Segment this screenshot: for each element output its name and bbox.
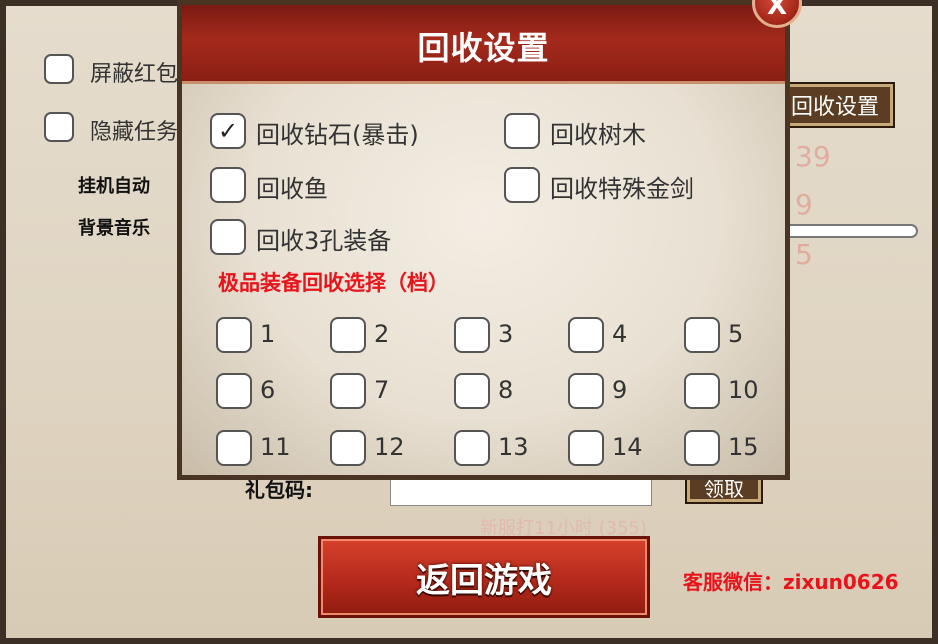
recycle-diamond-checkbox[interactable]: ✓	[210, 113, 246, 149]
tier-1-label: 1	[260, 320, 276, 348]
tier-11-checkbox[interactable]	[216, 430, 252, 466]
tier-7-checkbox[interactable]	[330, 373, 366, 409]
tier-8-checkbox[interactable]	[454, 373, 490, 409]
hide-task-label: 隐藏任务	[90, 120, 179, 145]
tier-12-checkbox[interactable]	[330, 430, 366, 466]
tier-2-label: 2	[374, 320, 390, 348]
recycle-fish-label: 回收鱼	[256, 175, 328, 203]
auto-hang-label: 挂机自动	[78, 176, 150, 197]
tier-3-checkbox[interactable]	[454, 317, 490, 353]
recycle-fish-checkbox[interactable]	[210, 167, 246, 203]
hide-task-checkbox[interactable]	[44, 112, 74, 142]
checkmark-icon: ✓	[217, 117, 239, 145]
tier-6-label: 6	[260, 376, 276, 404]
block-redpacket-checkbox[interactable]	[44, 54, 74, 84]
faded-number: 39	[795, 140, 831, 173]
recycle-diamond-label: 回收钻石(暴击)	[256, 121, 419, 149]
tier-14-label: 14	[612, 433, 643, 461]
tier-9-label: 9	[612, 376, 628, 404]
tier-4-label: 4	[612, 320, 628, 348]
tier-13-label: 13	[498, 433, 529, 461]
tier-10-label: 10	[728, 376, 759, 404]
tier-10-checkbox[interactable]	[684, 373, 720, 409]
tier-4-checkbox[interactable]	[568, 317, 604, 353]
block-redpacket-label: 屏蔽红包	[90, 62, 179, 87]
recycle-wood-label: 回收树木	[550, 121, 646, 149]
tier-7-label: 7	[374, 376, 390, 404]
faded-number: 5	[795, 238, 813, 271]
tier-14-checkbox[interactable]	[568, 430, 604, 466]
recycle-settings-modal: 回收设置 ✓ 回收钻石(暴击) 回收树木 回收鱼 回收特殊金剑 回收3孔装备 极…	[177, 0, 790, 480]
modal-header: 回收设置	[182, 5, 785, 84]
return-to-game-button[interactable]: 返回游戏	[318, 536, 650, 618]
modal-title: 回收设置	[417, 29, 550, 67]
tier-6-checkbox[interactable]	[216, 373, 252, 409]
tier-2-checkbox[interactable]	[330, 317, 366, 353]
bg-music-label: 背景音乐	[78, 218, 150, 239]
tier-15-label: 15	[728, 433, 759, 461]
recycle-wood-checkbox[interactable]	[504, 113, 540, 149]
faded-number: 9	[795, 188, 813, 221]
tier-1-checkbox[interactable]	[216, 317, 252, 353]
recycle-golden-sword-checkbox[interactable]	[504, 167, 540, 203]
tier-9-checkbox[interactable]	[568, 373, 604, 409]
recycle-golden-sword-label: 回收特殊金剑	[550, 175, 694, 203]
music-volume-slider[interactable]	[770, 224, 918, 238]
tier-3-label: 3	[498, 320, 514, 348]
tier-15-checkbox[interactable]	[684, 430, 720, 466]
recycle-3hole-equip-checkbox[interactable]	[210, 219, 246, 255]
tier-12-label: 12	[374, 433, 405, 461]
tier-11-label: 11	[260, 433, 291, 461]
recycle-settings-button[interactable]: 回收设置	[775, 82, 895, 128]
recycle-3hole-equip-label: 回收3孔装备	[256, 227, 392, 255]
customer-service-text: 客服微信：zixun0626	[683, 570, 899, 594]
tier-8-label: 8	[498, 376, 514, 404]
tier-5-label: 5	[728, 320, 744, 348]
premium-equip-title: 极品装备回收选择（档）	[218, 271, 449, 295]
tier-13-checkbox[interactable]	[454, 430, 490, 466]
tier-5-checkbox[interactable]	[684, 317, 720, 353]
